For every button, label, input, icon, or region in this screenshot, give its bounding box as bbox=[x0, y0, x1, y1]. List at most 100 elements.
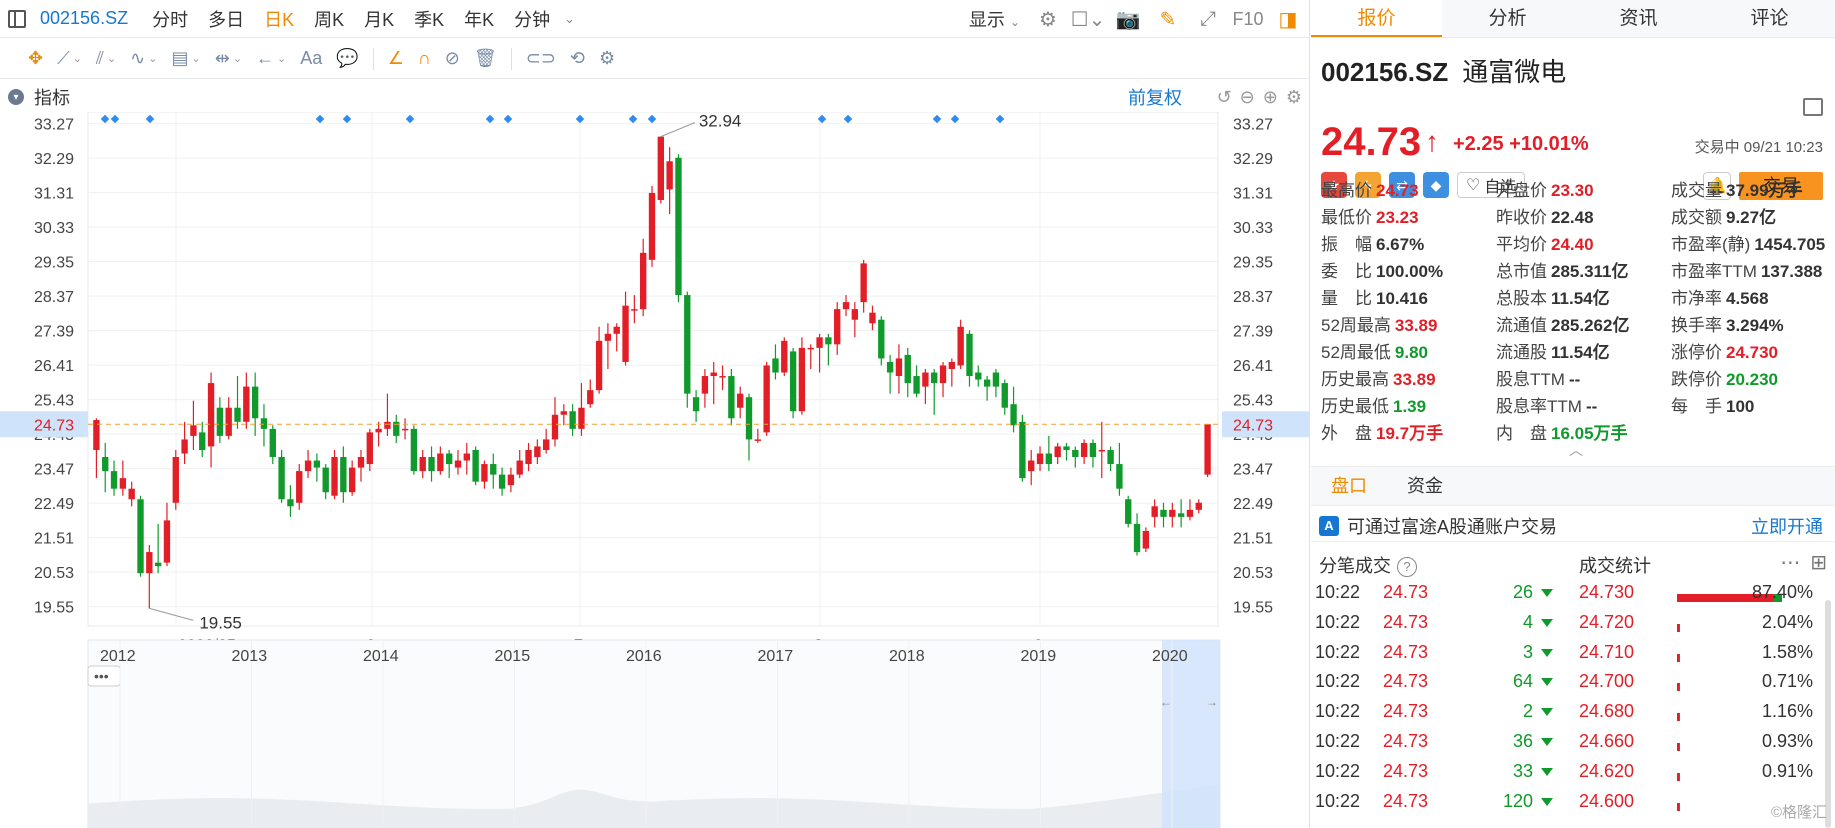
fullscreen-icon[interactable]: ⤢ bbox=[1196, 7, 1220, 31]
navigator-year-label: 2016 bbox=[626, 648, 662, 665]
zoom-controls: ↺ ⊖ ⊕ ⚙ bbox=[1217, 87, 1302, 108]
orderbook-tabs: 盘口 资金 bbox=[1311, 466, 1835, 506]
panel-layout-icon[interactable] bbox=[1803, 98, 1823, 116]
zoom-in-icon[interactable]: ⊕ bbox=[1263, 87, 1278, 108]
y-tick-label-left: 20.53 bbox=[34, 565, 74, 582]
period-tab[interactable]: 分时 bbox=[152, 6, 188, 32]
stock-code-label[interactable]: 002156.SZ bbox=[40, 8, 128, 29]
candle-body bbox=[745, 397, 753, 440]
last-price: 24.73 bbox=[1321, 120, 1422, 164]
watermark: ©格隆汇 bbox=[1770, 804, 1827, 821]
zoom-out-icon[interactable]: ⊖ bbox=[1240, 87, 1255, 108]
dist-price: 24.660 bbox=[1579, 731, 1635, 751]
y-tick-label-right: 27.39 bbox=[1233, 324, 1273, 341]
y-tick-label-left: 23.47 bbox=[34, 462, 74, 479]
chevron-down-icon[interactable]: ⌄ bbox=[564, 11, 575, 27]
display-menu[interactable]: 显示 ⌄ bbox=[969, 6, 1020, 32]
candle-body bbox=[992, 372, 1000, 387]
stat-cell: 委 比 100.00% bbox=[1321, 257, 1496, 284]
indicator-label[interactable]: 指标 bbox=[34, 84, 70, 110]
period-tab[interactable]: 月K bbox=[364, 6, 394, 32]
hide-drawings-icon[interactable]: ⊘ bbox=[445, 48, 460, 69]
settings-icon[interactable]: ⚙ bbox=[599, 48, 615, 69]
y-tick-label-right: 32.29 bbox=[1233, 151, 1273, 168]
grid-icon[interactable]: ⊞ bbox=[1810, 550, 1827, 575]
fib-tool-icon[interactable]: ▤ ⌄ bbox=[171, 48, 200, 69]
reset-icon[interactable]: ↺ bbox=[1217, 87, 1232, 108]
period-tab[interactable]: 年K bbox=[464, 6, 494, 32]
sidebar-toggle-icon[interactable] bbox=[8, 9, 26, 28]
stat-value: 4.568 bbox=[1726, 289, 1769, 308]
open-account-link[interactable]: 立即开通 bbox=[1751, 513, 1823, 539]
candle-body bbox=[384, 421, 391, 429]
stat-cell: 流通股 11.54亿 bbox=[1496, 338, 1671, 365]
more-icon[interactable]: ⋯ bbox=[1780, 550, 1800, 575]
tick-header: 分笔成交? 成交统计 ⋯ ⊞ bbox=[1311, 548, 1835, 578]
y-tick-label-left: 21.51 bbox=[34, 531, 74, 548]
dist-row: 24.720 2.04% bbox=[1571, 612, 1835, 642]
comment-tool-icon[interactable]: 💬 bbox=[336, 48, 358, 69]
candle-body bbox=[834, 309, 841, 345]
arrow-tool-icon[interactable]: ← ⌄ bbox=[256, 48, 286, 69]
stat-cell: 成交量 37.99万手 bbox=[1671, 176, 1835, 203]
gear-icon[interactable]: ⚙ bbox=[1036, 7, 1060, 31]
kline-chart[interactable]: 33.27 33.27 32.29 32.29 31.31 31.31 30.33 30.33… bbox=[0, 112, 1310, 828]
candle-body bbox=[1160, 509, 1167, 517]
candle-body bbox=[207, 383, 215, 447]
stat-label: 股息率TTM bbox=[1496, 397, 1582, 416]
stat-cell: 股息率TTM -- bbox=[1496, 392, 1671, 419]
ruler-tool-icon[interactable]: ∠ bbox=[388, 48, 404, 69]
candle-body bbox=[1107, 449, 1114, 465]
stat-row: 量 比 10.416 总股本 11.54亿 市净率 4.568 bbox=[1321, 284, 1835, 311]
candle-body bbox=[1072, 449, 1079, 458]
chevron-up-icon[interactable]: ︿ bbox=[1569, 440, 1583, 460]
move-tool-icon[interactable]: ✥ bbox=[28, 48, 43, 69]
orderbook-tab[interactable]: 资金 bbox=[1387, 466, 1463, 506]
candle-body bbox=[684, 295, 691, 394]
tick-price: 24.73 bbox=[1383, 671, 1429, 692]
camera-icon[interactable]: 📷 bbox=[1116, 7, 1141, 31]
adjust-mode-button[interactable]: 前复权 bbox=[1128, 84, 1182, 110]
tick-row: 10:22 24.73 64 bbox=[1311, 671, 1561, 701]
settings-icon[interactable]: ⚙ bbox=[1286, 87, 1302, 108]
collapse-icon[interactable]: ▾ bbox=[8, 89, 24, 105]
quote-tab[interactable]: 分析 bbox=[1442, 0, 1573, 37]
period-tab[interactable]: 分钟 bbox=[514, 6, 550, 32]
help-icon[interactable]: ? bbox=[1397, 557, 1417, 578]
measure-tool-icon[interactable]: ⇹ ⌄ bbox=[215, 48, 242, 69]
orderbook-tab[interactable]: 盘口 bbox=[1311, 466, 1387, 506]
channel-tool-icon[interactable]: ⫽ ⌄ bbox=[96, 48, 116, 69]
quote-tab[interactable]: 资讯 bbox=[1573, 0, 1704, 37]
pencil-icon[interactable]: ✎ bbox=[1156, 7, 1180, 31]
f10-button[interactable]: F10 bbox=[1232, 7, 1263, 31]
text-tool-icon[interactable]: Aa bbox=[300, 48, 322, 69]
drawing-toolbar: ✥ ⟋ ⌄ ⫽ ⌄ ∿ ⌄ ▤ ⌄ ⇹ ⌄ ← ⌄ Aa 💬 ∠ ∩ ⊘ 🗑 ⊂⊃ ⟲ ⚙ bbox=[0, 39, 1310, 79]
stat-label: 跌停价 bbox=[1671, 370, 1722, 389]
candle-body bbox=[737, 393, 744, 408]
y-tick-label-left: 28.37 bbox=[34, 289, 74, 306]
stat-cell: 52周最低 9.80 bbox=[1321, 338, 1496, 365]
layout-icon[interactable]: ☐⌄ bbox=[1071, 7, 1106, 31]
period-tab[interactable]: 日K bbox=[264, 6, 294, 32]
stat-value: 24.73 bbox=[1376, 181, 1419, 200]
compare-icon[interactable]: ⊂⊃ bbox=[526, 48, 556, 69]
trash-icon[interactable]: 🗑 bbox=[474, 48, 497, 69]
display-label: 显示 bbox=[968, 10, 1005, 30]
quote-tab[interactable]: 报价 bbox=[1311, 0, 1442, 37]
tick-time: 10:22 bbox=[1315, 582, 1361, 602]
tick-list[interactable]: 10:22 24.73 26 10:22 24.73 4 10:22 24.73 3 10:22 2… bbox=[1311, 578, 1561, 828]
period-tab[interactable]: 多日 bbox=[208, 6, 244, 32]
price-distribution[interactable]: 24.730 87.40% 24.720 2.04% 24.710 1.58% 24.700… bbox=[1571, 578, 1835, 828]
wave-tool-icon[interactable]: ∿ ⌄ bbox=[130, 48, 157, 69]
scrollbar[interactable] bbox=[1825, 600, 1831, 828]
panel-toggle-icon[interactable]: ◨ bbox=[1276, 7, 1300, 31]
candle-body bbox=[551, 414, 559, 440]
line-tool-icon[interactable]: ⟋ ⌄ bbox=[57, 48, 82, 69]
quote-tab[interactable]: 评论 bbox=[1704, 0, 1835, 37]
price-change: +2.25 +10.01% bbox=[1453, 133, 1589, 155]
sync-icon[interactable]: ⟲ bbox=[570, 48, 585, 69]
period-tab[interactable]: 周K bbox=[314, 6, 344, 32]
stat-row: 振 幅 6.67% 平均价 24.40 市盈率(静) 1454.705 bbox=[1321, 230, 1835, 257]
period-tab[interactable]: 季K bbox=[414, 6, 444, 32]
magnet-tool-icon[interactable]: ∩ bbox=[418, 48, 431, 69]
